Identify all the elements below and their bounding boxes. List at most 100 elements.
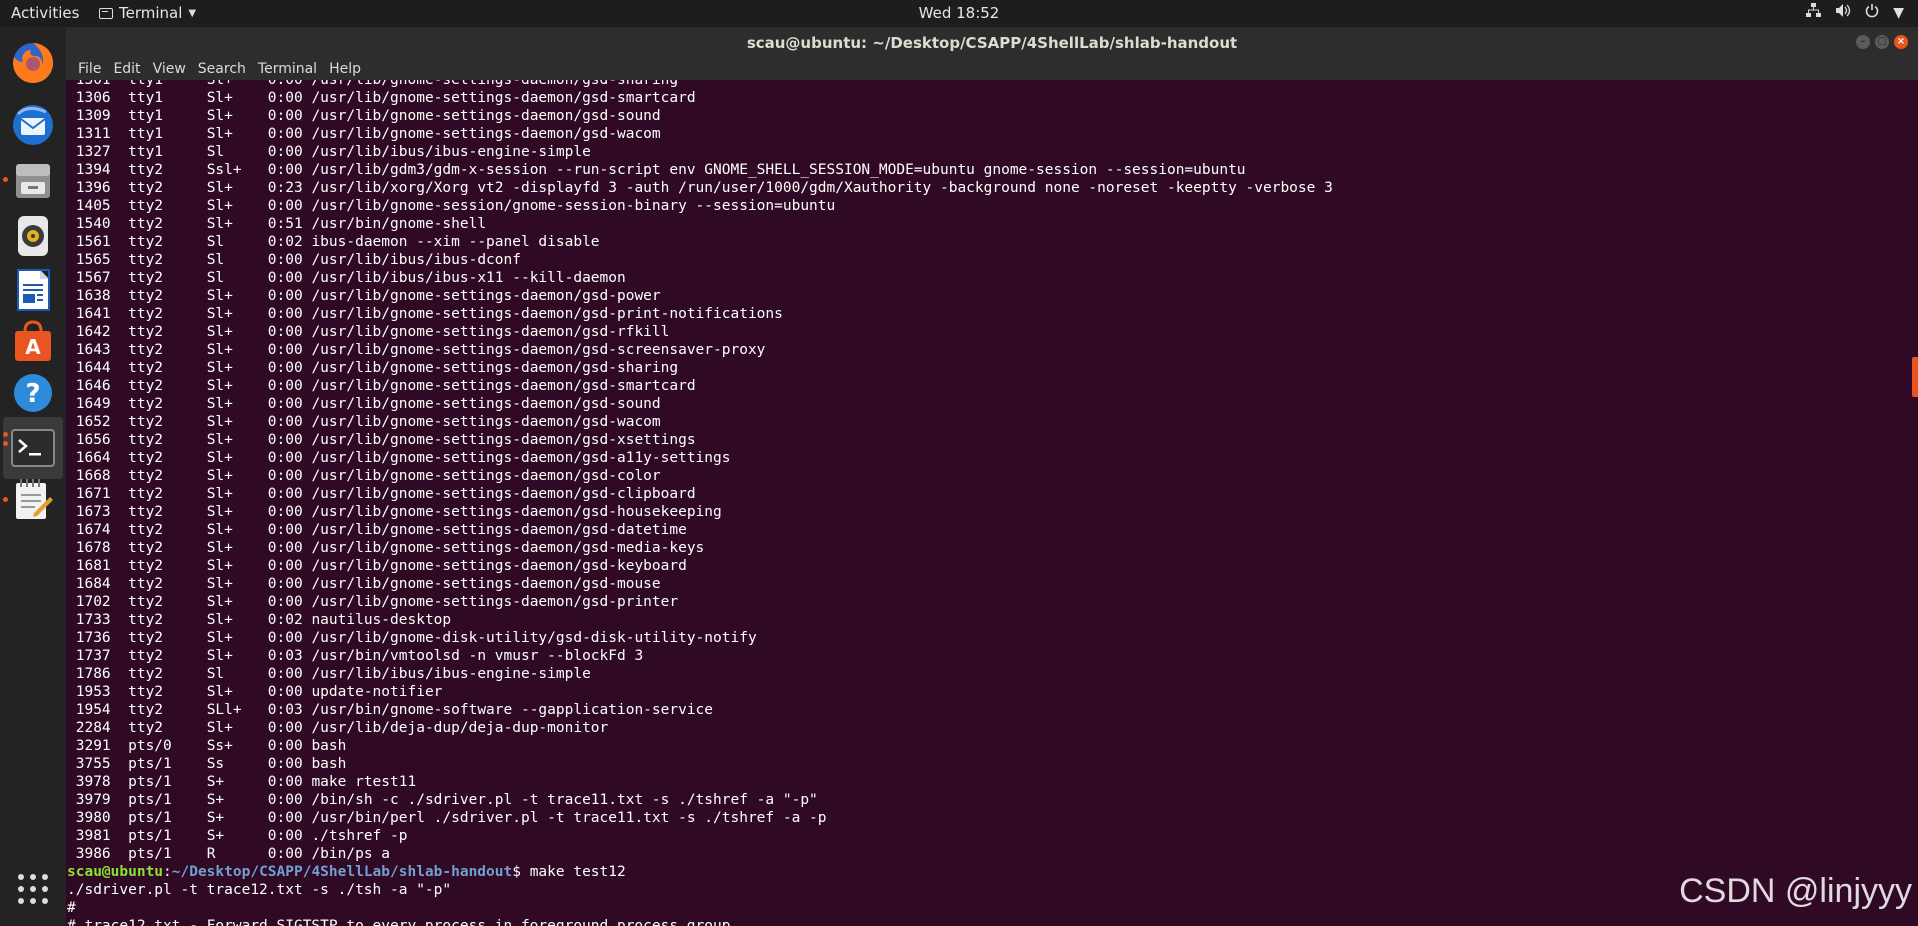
process-cmd: /usr/lib/gnome-settings-daemon/gsd-xsett… bbox=[311, 432, 696, 448]
process-time: 0:00 bbox=[267, 126, 312, 142]
process-tty: tty2 bbox=[128, 702, 207, 718]
power-icon[interactable] bbox=[1865, 3, 1879, 22]
help-icon[interactable]: ? bbox=[0, 362, 66, 424]
process-tty: tty2 bbox=[128, 216, 207, 232]
network-icon[interactable] bbox=[1806, 3, 1822, 22]
process-stat: Sl+ bbox=[206, 522, 268, 538]
command-output: ./sdriver.pl -t trace12.txt -s ./tsh -a … bbox=[67, 881, 1903, 926]
menu-bar: File Edit View Search Terminal Help bbox=[66, 59, 1918, 80]
menu-file[interactable]: File bbox=[72, 61, 107, 80]
menu-view[interactable]: View bbox=[147, 61, 192, 80]
process-row: 1954 tty2 SLl+ 0:03 /usr/bin/gnome-softw… bbox=[67, 701, 1903, 719]
process-tty: tty2 bbox=[128, 594, 207, 610]
prompt-path: ~/Desktop/CSAPP/4ShellLab/shlab-handout bbox=[171, 864, 513, 880]
menu-terminal[interactable]: Terminal bbox=[252, 61, 323, 80]
process-time: 0:00 bbox=[267, 630, 312, 646]
process-tty: pts/0 bbox=[128, 738, 207, 754]
rhythmbox-icon[interactable] bbox=[0, 205, 66, 267]
process-stat: Ssl+ bbox=[206, 162, 268, 178]
process-cmd: /usr/lib/gnome-settings-daemon/gsd-keybo… bbox=[311, 558, 687, 574]
process-tty: tty2 bbox=[128, 270, 207, 286]
process-row: 1671 tty2 Sl+ 0:00 /usr/lib/gnome-settin… bbox=[67, 485, 1903, 503]
process-stat: Sl+ bbox=[206, 558, 268, 574]
caret-down-icon: ▼ bbox=[188, 7, 197, 19]
process-pid: 1567 bbox=[67, 270, 129, 286]
process-pid: 1565 bbox=[67, 252, 129, 268]
process-pid: 1736 bbox=[67, 630, 129, 646]
process-cmd: ./tshref -p bbox=[311, 828, 408, 844]
process-row: 1638 tty2 Sl+ 0:00 /usr/lib/gnome-settin… bbox=[67, 287, 1903, 305]
process-tty: tty1 bbox=[128, 126, 207, 142]
terminal-output[interactable]: 1301 tty1 Sl+ 0:00 /usr/lib/gnome-settin… bbox=[67, 80, 1903, 926]
process-time: 0:00 bbox=[267, 288, 312, 304]
clock[interactable]: Wed 18:52 bbox=[0, 4, 1918, 22]
show-applications-icon[interactable] bbox=[0, 858, 66, 920]
process-pid: 3980 bbox=[67, 810, 129, 826]
minimize-icon[interactable]: – bbox=[1856, 35, 1870, 49]
process-cmd: nautilus-desktop bbox=[311, 612, 452, 628]
process-tty: tty2 bbox=[128, 684, 207, 700]
process-tty: tty2 bbox=[128, 720, 207, 736]
process-cmd: /usr/lib/gnome-settings-daemon/gsd-shari… bbox=[311, 360, 679, 376]
dock: A ? bbox=[0, 27, 66, 926]
menu-search[interactable]: Search bbox=[192, 61, 252, 80]
process-stat: Sl+ bbox=[206, 126, 268, 142]
process-row: 1644 tty2 Sl+ 0:00 /usr/lib/gnome-settin… bbox=[67, 359, 1903, 377]
system-tray[interactable]: ▼ bbox=[1806, 3, 1904, 22]
process-time: 0:00 bbox=[267, 486, 312, 502]
activities-button[interactable]: Activities bbox=[11, 4, 79, 22]
process-stat: Sl+ bbox=[206, 324, 268, 340]
process-time: 0:00 bbox=[267, 684, 312, 700]
close-icon[interactable]: × bbox=[1894, 35, 1908, 49]
process-cmd: /usr/lib/gnome-settings-daemon/gsd-color bbox=[311, 468, 661, 484]
process-cmd: /usr/lib/gnome-settings-daemon/gsd-rfkil… bbox=[311, 324, 670, 340]
firefox-icon[interactable] bbox=[0, 32, 66, 94]
process-time: 0:23 bbox=[267, 180, 312, 196]
process-pid: 1396 bbox=[67, 180, 129, 196]
process-tty: tty2 bbox=[128, 468, 207, 484]
process-cmd: /usr/bin/perl ./sdriver.pl -t trace11.tx… bbox=[311, 810, 827, 826]
process-stat: S+ bbox=[206, 810, 268, 826]
text-editor-icon[interactable] bbox=[0, 468, 66, 530]
process-row: 1540 tty2 Sl+ 0:51 /usr/bin/gnome-shell bbox=[67, 215, 1903, 233]
process-pid: 1641 bbox=[67, 306, 129, 322]
process-stat: Sl+ bbox=[206, 612, 268, 628]
process-tty: tty2 bbox=[128, 432, 207, 448]
maximize-icon[interactable]: □ bbox=[1875, 35, 1889, 49]
menu-help[interactable]: Help bbox=[323, 61, 367, 80]
app-menu[interactable]: Terminal ▼ bbox=[99, 4, 196, 22]
process-cmd: /usr/lib/gnome-settings-daemon/gsd-sound bbox=[311, 108, 661, 124]
process-pid: 1684 bbox=[67, 576, 129, 592]
process-time: 0:00 bbox=[267, 90, 312, 106]
process-time: 0:02 bbox=[267, 234, 312, 250]
process-cmd: /usr/lib/gnome-settings-daemon/gsd-clipb… bbox=[311, 486, 696, 502]
files-icon[interactable] bbox=[0, 150, 66, 212]
prompt-user: scau@ubuntu bbox=[67, 864, 164, 880]
process-pid: 1311 bbox=[67, 126, 129, 142]
process-pid: 1649 bbox=[67, 396, 129, 412]
process-stat: Sl+ bbox=[206, 216, 268, 232]
window-titlebar[interactable]: scau@ubuntu: ~/Desktop/CSAPP/4ShellLab/s… bbox=[66, 27, 1918, 59]
process-cmd: /usr/lib/gnome-settings-daemon/gsd-wacom bbox=[311, 414, 661, 430]
caret-down-icon[interactable]: ▼ bbox=[1893, 5, 1904, 21]
thunderbird-icon[interactable] bbox=[0, 94, 66, 156]
process-pid: 1642 bbox=[67, 324, 129, 340]
process-cmd: /usr/bin/vmtoolsd -n vmusr --blockFd 3 bbox=[311, 648, 644, 664]
prompt-line: scau@ubuntu:~/Desktop/CSAPP/4ShellLab/sh… bbox=[67, 864, 626, 880]
process-pid: 1674 bbox=[67, 522, 129, 538]
process-tty: tty2 bbox=[128, 252, 207, 268]
process-cmd: /usr/lib/ibus/ibus-dconf bbox=[311, 252, 521, 268]
process-stat: Sl+ bbox=[206, 450, 268, 466]
process-row: 1565 tty2 Sl 0:00 /usr/lib/ibus/ibus-dco… bbox=[67, 251, 1903, 269]
process-cmd: /usr/lib/gnome-session/gnome-session-bin… bbox=[311, 198, 836, 214]
scroll-position-marker[interactable] bbox=[1912, 357, 1918, 397]
process-tty: tty2 bbox=[128, 630, 207, 646]
process-cmd: /usr/bin/gnome-shell bbox=[311, 216, 487, 232]
process-stat: Sl+ bbox=[206, 540, 268, 556]
process-tty: tty2 bbox=[128, 288, 207, 304]
process-stat: Sl+ bbox=[206, 108, 268, 124]
process-pid: 1733 bbox=[67, 612, 129, 628]
volume-icon[interactable] bbox=[1835, 3, 1851, 22]
process-row: 1301 tty1 Sl+ 0:00 /usr/lib/gnome-settin… bbox=[67, 80, 1903, 89]
menu-edit[interactable]: Edit bbox=[107, 61, 146, 80]
